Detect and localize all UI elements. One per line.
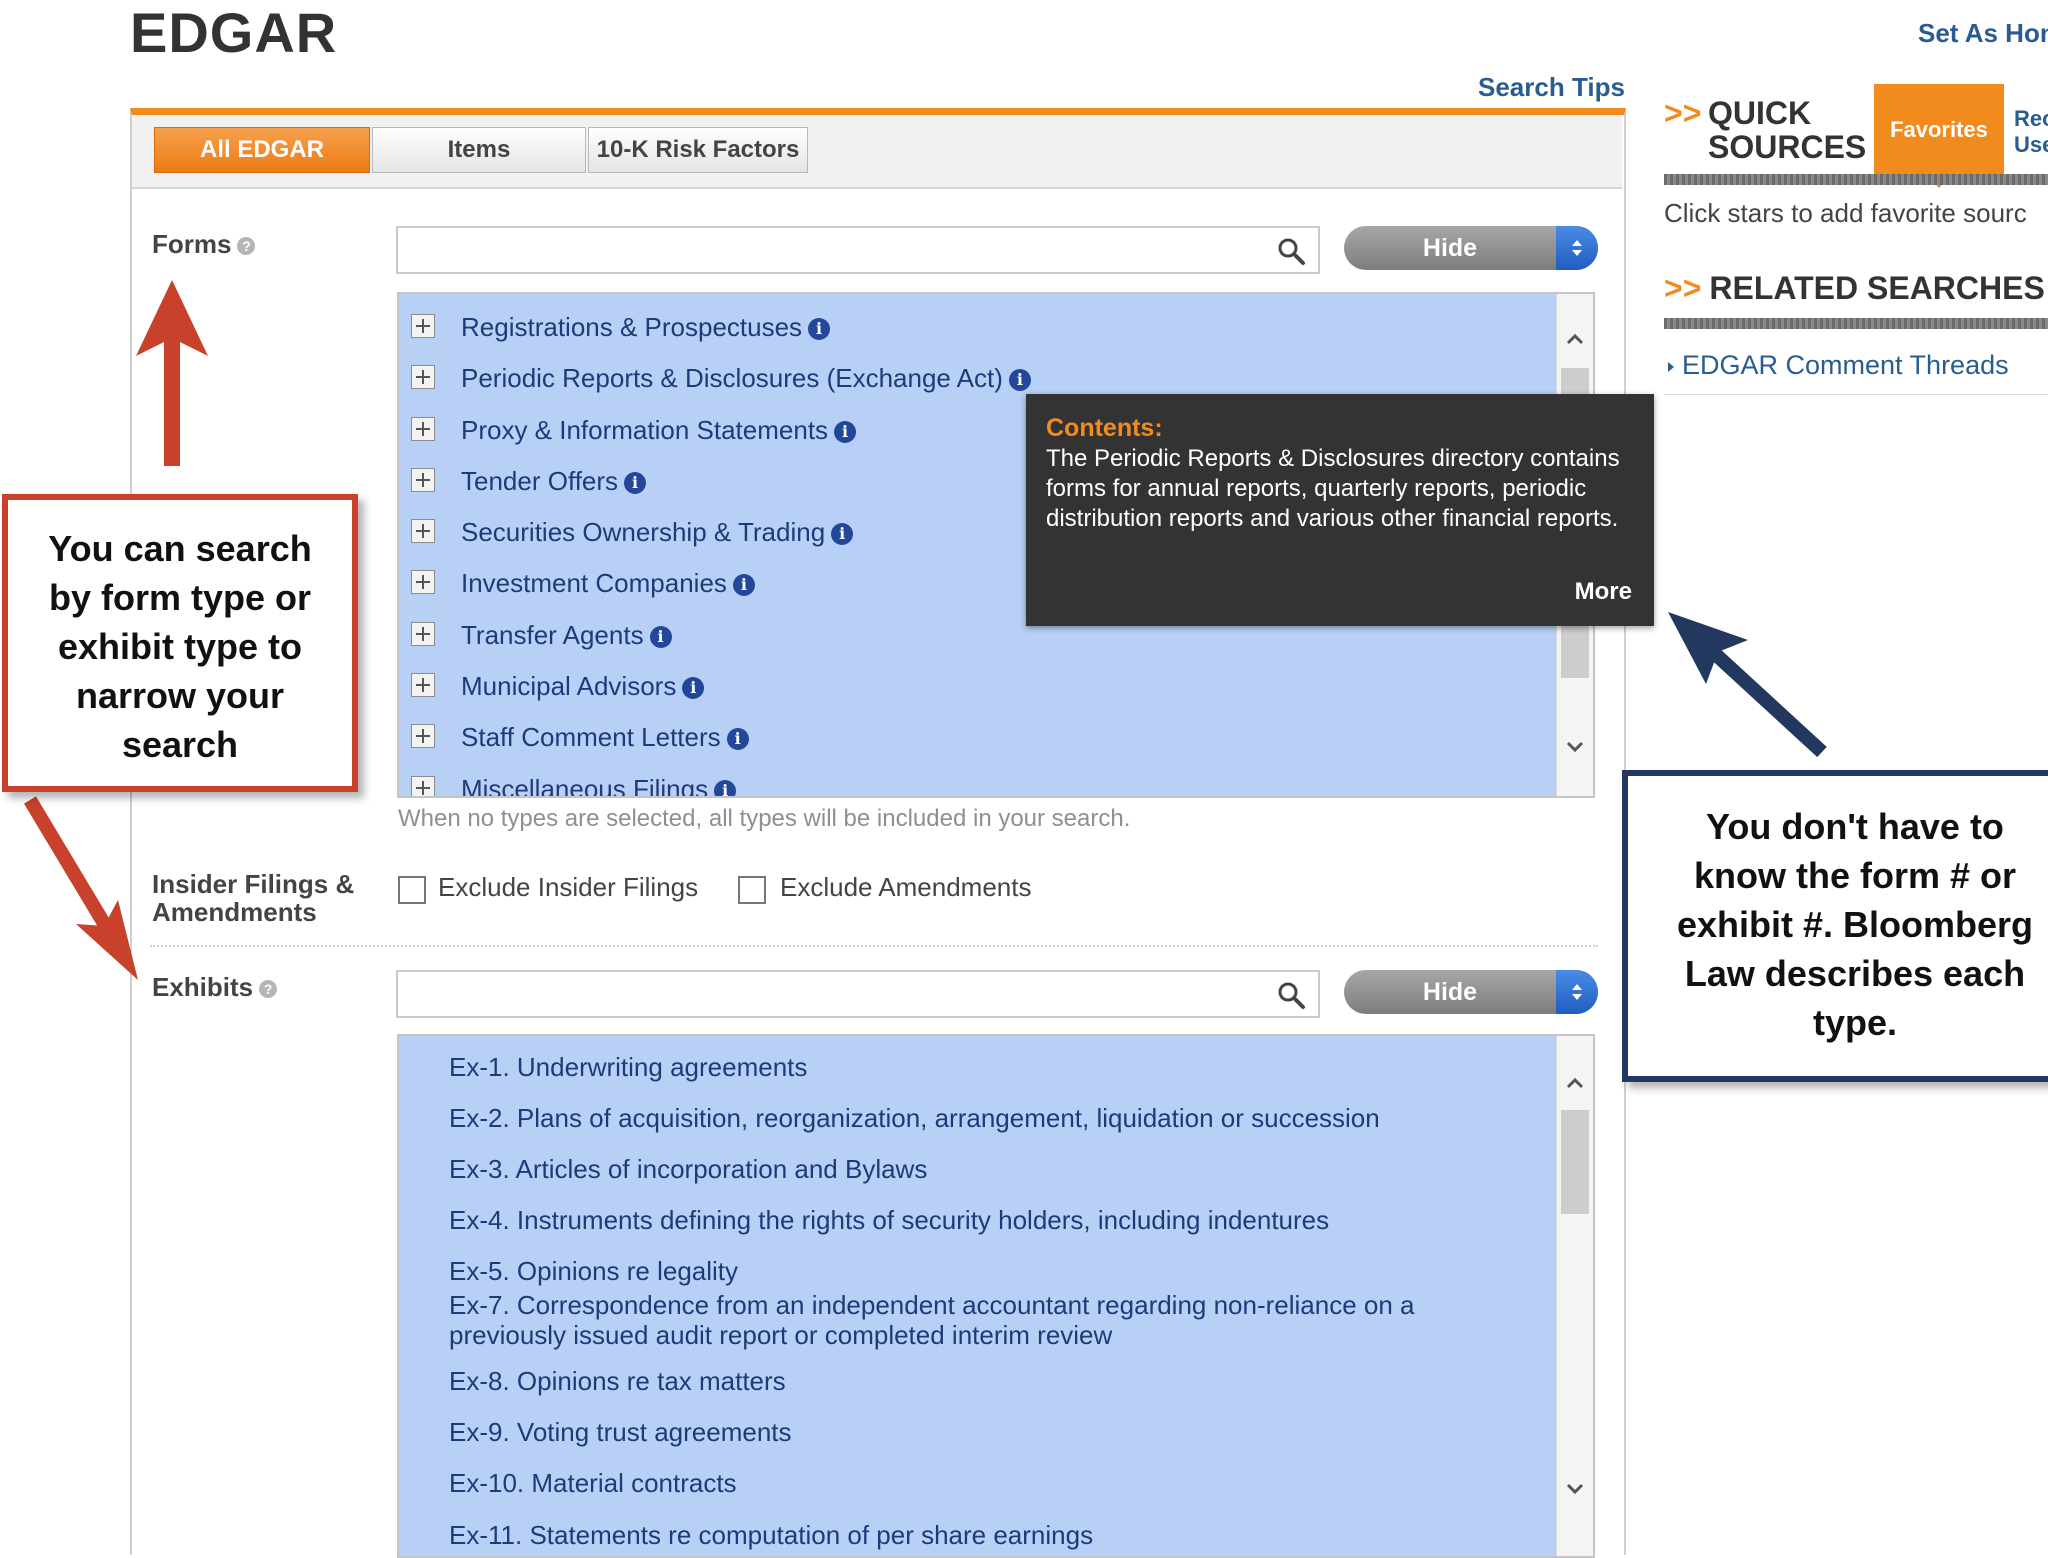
exhibits-search-input-box[interactable] <box>396 970 1320 1018</box>
divider <box>1664 394 2048 395</box>
callout-right: You don't have to know the form # or exh… <box>1622 770 2048 1082</box>
favorites-note: Click stars to add favorite sourc <box>1664 198 2027 228</box>
scroll-up-icon[interactable] <box>1566 1074 1584 1092</box>
forms-hint: When no types are selected, all types wi… <box>398 805 1131 832</box>
expand-plus-icon[interactable] <box>411 622 435 646</box>
recently-used-tab[interactable]: Rec Use <box>2014 106 2048 158</box>
tooltip-more-link[interactable]: More <box>1575 578 1632 606</box>
toggle-arrows-icon <box>1556 226 1598 270</box>
forms-label: Forms? <box>152 229 256 260</box>
hide-button-label: Hide <box>1422 978 1478 1006</box>
exhibits-hide-button[interactable]: Hide <box>1344 970 1598 1014</box>
info-icon[interactable]: i <box>726 728 749 750</box>
info-icon[interactable]: i <box>624 472 647 494</box>
forms-search-input-box[interactable] <box>396 226 1320 274</box>
help-icon[interactable]: ? <box>237 237 256 256</box>
exhibits-search-input[interactable] <box>404 976 1258 1012</box>
expand-plus-icon[interactable] <box>411 519 435 543</box>
section-bar <box>1664 318 2048 329</box>
divider <box>150 945 1598 947</box>
expand-plus-icon[interactable] <box>411 570 435 594</box>
section-bar <box>1664 174 2048 185</box>
contents-tooltip: Contents: The Periodic Reports & Disclos… <box>1026 394 1654 626</box>
info-icon[interactable]: i <box>682 677 705 699</box>
expand-plus-icon[interactable] <box>411 417 435 441</box>
exclude-insider-checkbox[interactable] <box>398 876 426 904</box>
favorites-tab[interactable]: Favorites <box>1874 84 2004 176</box>
quick-sources-heading: >> QUICK SOURCES <box>1664 95 1867 165</box>
exhibits-list: Ex-1. Underwriting agreements Ex-2. Plan… <box>397 1034 1595 1558</box>
tab-10k-risk-factors[interactable]: 10-K Risk Factors <box>588 127 808 173</box>
toggle-arrows-icon <box>1556 970 1598 1014</box>
info-icon[interactable]: i <box>649 626 672 648</box>
info-icon[interactable]: i <box>808 318 831 340</box>
expand-plus-icon[interactable] <box>411 724 435 748</box>
info-icon[interactable]: i <box>834 421 857 443</box>
scroll-up-icon[interactable] <box>1566 330 1584 348</box>
tab-bar: All EDGAR Items 10-K Risk Factors <box>132 115 1622 189</box>
tooltip-heading: Contents: <box>1046 414 1163 442</box>
double-chevron-icon: >> <box>1664 270 1702 306</box>
page-title: EDGAR <box>130 1 338 64</box>
expand-plus-icon[interactable] <box>411 776 435 796</box>
callout-left: You can search by form type or exhibit t… <box>2 494 358 792</box>
navy-arrow <box>1668 612 1827 758</box>
expand-plus-icon[interactable] <box>411 314 435 338</box>
info-icon[interactable]: i <box>831 523 854 545</box>
search-tips-link[interactable]: Search Tips <box>1478 72 1625 103</box>
scroll-thumb[interactable] <box>1561 1110 1589 1214</box>
info-icon[interactable]: i <box>1008 369 1031 391</box>
related-searches-heading: >> RELATED SEARCHES <box>1664 270 2045 306</box>
exclude-insider-label: Exclude Insider Filings <box>438 872 699 902</box>
set-as-home-link[interactable]: Set As Hon <box>1918 18 2048 49</box>
expand-plus-icon[interactable] <box>411 468 435 492</box>
edgar-comment-threads-link[interactable]: EDGAR Comment Threads <box>1668 350 2009 381</box>
expand-plus-icon[interactable] <box>411 673 435 697</box>
triangle-bullet-icon <box>1668 361 1674 372</box>
exhibits-scrollbar[interactable] <box>1556 1036 1593 1556</box>
exhibits-label: Exhibits? <box>152 972 278 1003</box>
search-icon[interactable] <box>1276 980 1306 1010</box>
forms-search-input[interactable] <box>404 232 1258 268</box>
red-arrow-down <box>23 796 138 980</box>
exclude-amendments-checkbox[interactable] <box>738 876 766 904</box>
scroll-down-icon[interactable] <box>1566 1480 1584 1498</box>
insider-filings-label: Insider Filings & Amendments <box>152 869 355 927</box>
help-icon[interactable]: ? <box>259 980 278 999</box>
tooltip-body: The Periodic Reports & Disclosures direc… <box>1046 445 1620 532</box>
search-icon[interactable] <box>1276 236 1306 266</box>
double-chevron-icon: >> <box>1664 95 1702 131</box>
info-icon[interactable]: i <box>714 780 737 796</box>
expand-plus-icon[interactable] <box>411 365 435 389</box>
info-icon[interactable]: i <box>732 574 755 596</box>
scroll-down-icon[interactable] <box>1566 738 1584 756</box>
hide-button-label: Hide <box>1422 234 1478 262</box>
exclude-amendments-label: Exclude Amendments <box>780 872 1032 902</box>
forms-hide-button[interactable]: Hide <box>1344 226 1598 270</box>
tab-items[interactable]: Items <box>372 127 586 173</box>
tab-all-edgar[interactable]: All EDGAR <box>154 127 370 173</box>
